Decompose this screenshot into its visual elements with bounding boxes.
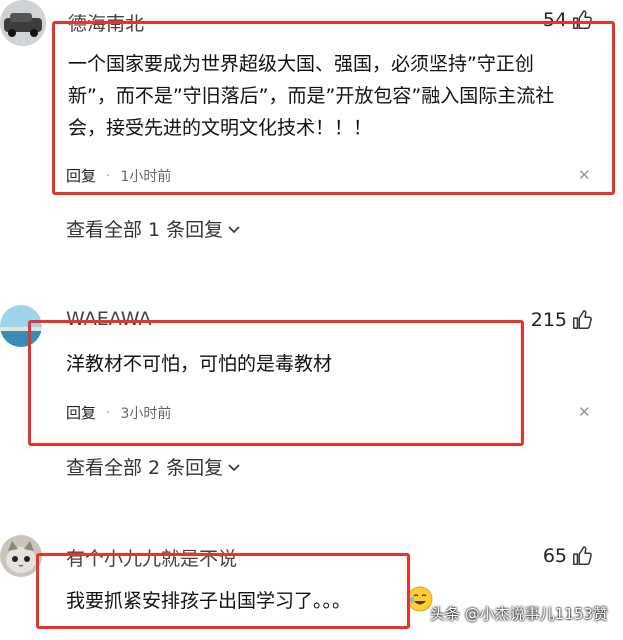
comment-username[interactable]: WAEAWA bbox=[66, 308, 151, 330]
like-count: 215 bbox=[530, 309, 567, 331]
avatar[interactable] bbox=[0, 535, 42, 577]
chevron-down-icon bbox=[228, 463, 240, 471]
car-avatar-icon bbox=[0, 0, 46, 46]
comment-meta: 回复 · 3小时前 bbox=[66, 402, 171, 423]
thumbs-up-icon bbox=[573, 10, 592, 29]
like-count: 54 bbox=[542, 9, 567, 31]
thumbs-up-icon bbox=[573, 310, 592, 329]
timestamp: 1小时前 bbox=[120, 168, 172, 185]
separator-dot: · bbox=[106, 167, 111, 184]
avatar[interactable] bbox=[0, 305, 42, 347]
avatar[interactable] bbox=[0, 0, 46, 46]
like-button[interactable]: 65 bbox=[543, 545, 593, 567]
reply-button[interactable]: 回复 bbox=[66, 402, 96, 423]
watermark: 头条 @小杰说事儿1153赞 bbox=[430, 605, 608, 623]
highlight-box bbox=[28, 320, 524, 446]
view-replies-label: 查看全部 1 条回复 bbox=[66, 219, 224, 241]
thumbs-up-icon bbox=[573, 546, 592, 565]
comment-meta: 回复 · 1小时前 bbox=[66, 165, 171, 186]
cat-avatar-icon bbox=[0, 535, 42, 577]
comment-username[interactable]: 德海南北 bbox=[68, 9, 144, 36]
view-replies-label: 查看全部 2 条回复 bbox=[66, 457, 224, 479]
reply-button[interactable]: 回复 bbox=[66, 165, 96, 186]
like-count: 65 bbox=[542, 545, 567, 567]
comment-content: 一个国家要成为世界超级大国、强国，必须坚持”守正创新”，而不是”守旧落后”，而是… bbox=[68, 53, 555, 139]
comment-content: 我要抓紧安排孩子出国学习了。。。 bbox=[66, 590, 352, 612]
comment-username[interactable]: 有个小九九就是不说 bbox=[66, 544, 237, 571]
like-button[interactable]: 54 bbox=[543, 9, 593, 31]
timestamp: 3小时前 bbox=[120, 405, 172, 422]
separator-dot: · bbox=[106, 404, 111, 421]
chevron-down-icon bbox=[228, 225, 240, 233]
view-all-replies[interactable]: 查看全部 1 条回复 bbox=[66, 215, 241, 242]
close-icon[interactable]: ✕ bbox=[578, 405, 591, 420]
view-all-replies[interactable]: 查看全部 2 条回复 bbox=[66, 453, 241, 480]
landscape-avatar-icon bbox=[0, 305, 42, 347]
comment-content: 洋教材不可怕，可怕的是毒教材 bbox=[66, 353, 333, 375]
like-button[interactable]: 215 bbox=[531, 309, 593, 331]
close-icon[interactable]: ✕ bbox=[578, 168, 591, 183]
